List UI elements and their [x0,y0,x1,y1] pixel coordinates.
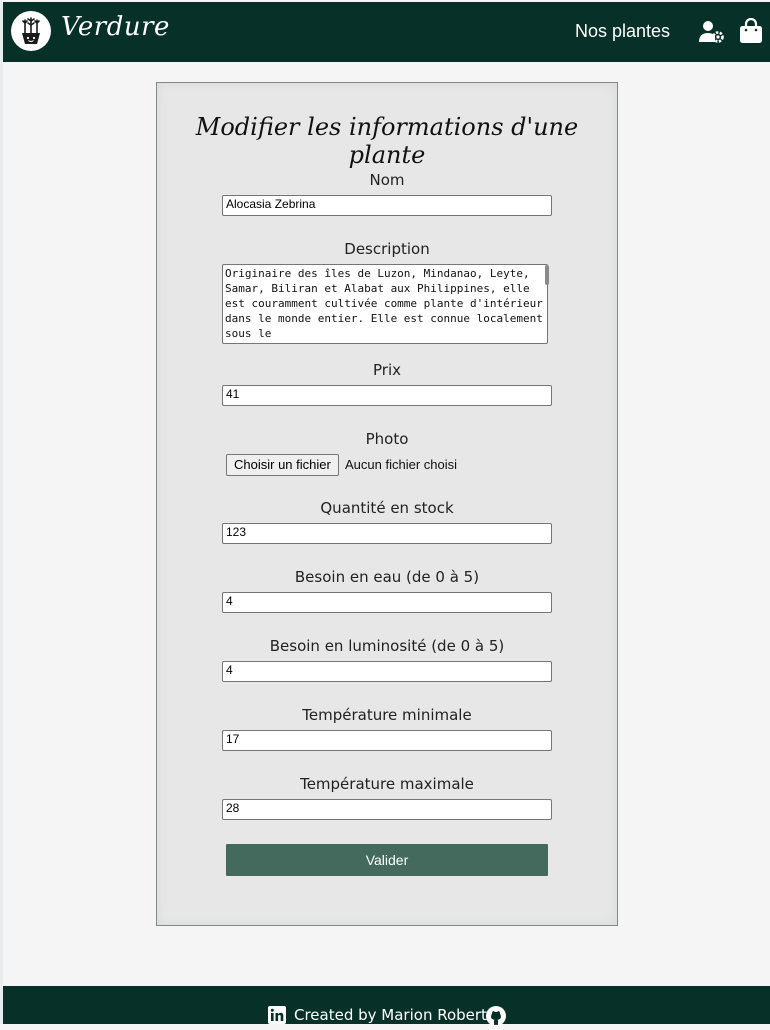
choose-file-button[interactable]: Choisir un fichier [226,454,339,476]
stock-input[interactable]: 123 [222,523,552,544]
temp-max-input[interactable]: 28 [222,799,552,820]
water-need-label: Besoin en eau (de 0 à 5) [294,568,480,586]
description-label: Description [344,240,430,258]
stock-label: Quantité en stock [320,499,454,517]
nav-link-nos-plantes[interactable]: Nos plantes [575,21,670,42]
price-label: Prix [373,361,401,379]
form-title: Modifier les informations d'une plante [195,113,579,169]
water-need-input[interactable]: 4 [222,592,552,613]
light-need-label: Besoin en luminosité (de 0 à 5) [269,637,505,655]
top-navbar: Verdure Nos plantes [3,2,770,62]
photo-label: Photo [365,430,409,448]
page-footer: Created by Marion Robert [3,986,770,1026]
submit-button[interactable]: Valider [226,844,548,876]
price-input[interactable]: 41 [222,385,552,406]
file-status-text: Aucun fichier choisi [345,457,457,472]
shopping-bag-icon[interactable] [739,17,763,48]
temp-min-input[interactable]: 17 [222,730,552,751]
light-need-input[interactable]: 4 [222,661,552,682]
user-settings-icon[interactable] [699,20,725,48]
footer-credit: Created by Marion Robert [294,1006,487,1024]
name-input[interactable]: Alocasia Zebrina [222,195,552,216]
edit-plant-form: Modifier les informations d'une plante N… [156,82,618,926]
name-label: Nom [369,171,405,189]
temp-min-label: Température minimale [302,706,472,724]
plant-pot-logo-icon[interactable] [11,11,51,51]
description-textarea[interactable]: Originaire des îles de Luzon, Mindanao, … [222,264,548,344]
page-left-edge [0,0,3,1024]
github-icon[interactable] [486,1006,506,1030]
temp-max-label: Température maximale [300,775,474,793]
linkedin-icon[interactable] [268,1006,286,1028]
description-scrollbar[interactable] [545,265,549,285]
brand-name[interactable]: Verdure [61,12,170,42]
